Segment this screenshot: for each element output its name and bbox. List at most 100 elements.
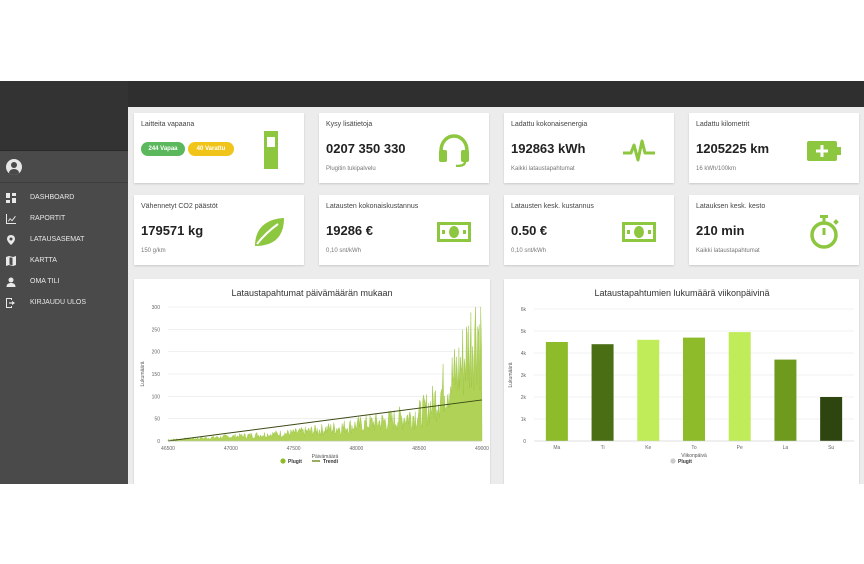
app-window: DASHBOARD RAPORTIT LATAUSASEMAT KARTTA O… — [0, 81, 864, 484]
available-badge: 244 Vapaa — [141, 142, 185, 156]
battery-plus-icon — [807, 141, 841, 161]
leaf-icon — [255, 218, 284, 246]
card-subtitle: 0,10 snt/kWh — [326, 248, 362, 254]
support-phone[interactable]: 0207 350 330 — [326, 141, 406, 156]
top-bar — [128, 81, 864, 107]
y-tick-label: 200 — [152, 350, 161, 356]
y-tick-label: 1k — [521, 417, 527, 423]
y-tick-label: 2k — [521, 395, 527, 401]
y-tick-label: 250 — [152, 327, 161, 333]
sidebar: DASHBOARD RAPORTIT LATAUSASEMAT KARTTA O… — [0, 81, 128, 484]
bar-ke — [637, 339, 660, 441]
y-tick-label: 50 — [154, 417, 160, 423]
sidebar-item-raportit[interactable]: RAPORTIT — [0, 208, 128, 229]
chart-line-icon — [6, 213, 16, 224]
card-value: 0.50 € — [511, 223, 548, 238]
charger-icon — [264, 131, 278, 169]
x-tick-label: 46500 — [161, 446, 175, 452]
x-tick-label: 47000 — [224, 446, 238, 452]
card-value: 179571 kg — [141, 223, 204, 238]
card-subtitle: Kaikki lataustapahtumat — [511, 166, 575, 172]
cash-icon — [437, 222, 471, 242]
card-title: Latauksen kesk. kesto — [696, 203, 766, 210]
x-tick-label: To — [691, 445, 697, 451]
card-value: 19286 € — [326, 223, 373, 238]
card-value: 210 min — [696, 223, 745, 238]
y-tick-label: 300 — [152, 305, 161, 311]
sidebar-item-label: OMA TILI — [30, 278, 60, 285]
y-tick-label: 0 — [157, 439, 160, 445]
chart-sessions-by-date: Lataustapahtumat päivämäärän mukaan 0 50 10… — [134, 279, 490, 484]
sidebar-item-label: KIRJAUDU ULOS — [30, 299, 87, 306]
pulse-icon — [623, 139, 655, 162]
y-tick-label: 0 — [523, 439, 526, 445]
legend-label-trendi: Trendi — [323, 459, 339, 465]
card-value: 1205225 km — [696, 141, 770, 156]
x-tick-label: Ke — [645, 445, 651, 451]
card-subtitle: 150 g/km — [141, 248, 166, 254]
chart-title: Lataustapahtumat päivämäärän mukaan — [231, 288, 392, 298]
card-title: Latausten kokonaiskustannus — [326, 203, 419, 210]
map-icon — [6, 255, 16, 266]
card-title: Ladattu kokonaisenergia — [511, 121, 588, 128]
sidebar-item-kirjaudu-ulos[interactable]: KIRJAUDU ULOS — [0, 292, 128, 313]
card-subtitle: Kaikki lataustapahtumat — [696, 248, 760, 254]
card-title: Latausten kesk. kustannus — [511, 203, 594, 210]
card-subtitle: 0,10 snt/kWh — [511, 248, 547, 254]
x-tick-label: 48000 — [349, 446, 363, 452]
legend-marker-plugit — [280, 458, 286, 464]
y-tick-label: 100 — [152, 394, 161, 400]
sidebar-item-dashboard[interactable]: DASHBOARD — [0, 187, 128, 208]
y-axis-label: Lukumäärä — [140, 361, 146, 386]
bar-to — [683, 337, 705, 441]
y-tick-label: 5k — [521, 329, 527, 335]
sidebar-item-label: KARTTA — [30, 257, 57, 264]
sidebar-item-label: DASHBOARD — [30, 194, 75, 201]
x-tick-label: Ma — [553, 445, 560, 451]
bar-su — [820, 397, 843, 441]
chart-title: Lataustapahtumien lukumäärä viikonpäivin… — [594, 288, 769, 298]
bar-la — [774, 359, 797, 441]
card-average-cost: Latausten kesk. kustannus 0.50 € 0,10 sn… — [504, 195, 674, 265]
card-subtitle: 16 kWh/100km — [696, 166, 737, 172]
sidebar-item-latausasemat[interactable]: LATAUSASEMAT — [0, 229, 128, 250]
y-tick-label: 3k — [521, 373, 527, 379]
headset-icon — [439, 134, 469, 167]
x-tick-label: La — [783, 445, 789, 451]
card-availability: Laitteita vapaana 244 Vapaa 40 Varattu — [134, 113, 304, 183]
card-value: 192863 kWh — [511, 141, 586, 156]
y-tick-label: 6k — [521, 307, 527, 313]
card-co2: Vähennetyt CO2 päästöt 179571 kg 150 g/k… — [134, 195, 304, 265]
x-tick-label: Ti — [601, 445, 605, 451]
dashboard-content: Laitteita vapaana 244 Vapaa 40 Varattu K… — [128, 107, 864, 484]
dashboard-icon — [6, 192, 16, 203]
chart-sessions-by-weekday: Lataustapahtumien lukumäärä viikonpäivin… — [504, 279, 859, 484]
y-tick-label: 150 — [152, 372, 161, 378]
cash-icon — [622, 222, 656, 242]
sidebar-item-kartta[interactable]: KARTTA — [0, 250, 128, 271]
sidebar-nav: DASHBOARD RAPORTIT LATAUSASEMAT KARTTA O… — [0, 183, 128, 313]
legend-label-plugit: Plugit — [678, 459, 692, 465]
user-menu[interactable] — [0, 151, 128, 183]
x-tick-label: 47500 — [287, 446, 301, 452]
y-axis-label: Lukumäärä — [508, 362, 514, 387]
y-tick-label: 4k — [521, 351, 527, 357]
person-icon — [6, 277, 16, 287]
card-support: Kysy lisätietoja 0207 350 330 Plugitin t… — [319, 113, 489, 183]
sidebar-item-oma-tili[interactable]: OMA TILI — [0, 271, 128, 292]
card-title: Vähennetyt CO2 päästöt — [141, 203, 218, 210]
bar-pe — [728, 332, 751, 441]
reserved-badge: 40 Varattu — [188, 142, 234, 156]
sidebar-item-label: RAPORTIT — [30, 215, 66, 222]
x-tick-label: Su — [828, 445, 834, 451]
sidebar-item-label: LATAUSASEMAT — [30, 236, 85, 243]
x-tick-label: Pe — [737, 445, 743, 451]
card-total-energy: Ladattu kokonaisenergia 192863 kWh Kaikk… — [504, 113, 674, 183]
card-title: Ladattu kilometrit — [696, 121, 750, 128]
bar-ti — [591, 344, 614, 441]
bar-ma — [545, 342, 568, 441]
user-avatar-icon[interactable] — [6, 158, 22, 175]
card-average-duration: Latauksen kesk. kesto 210 min Kaikki lat… — [689, 195, 859, 265]
card-subtitle: Plugitin tukipalvelu — [326, 166, 376, 172]
logo-area — [0, 81, 128, 151]
